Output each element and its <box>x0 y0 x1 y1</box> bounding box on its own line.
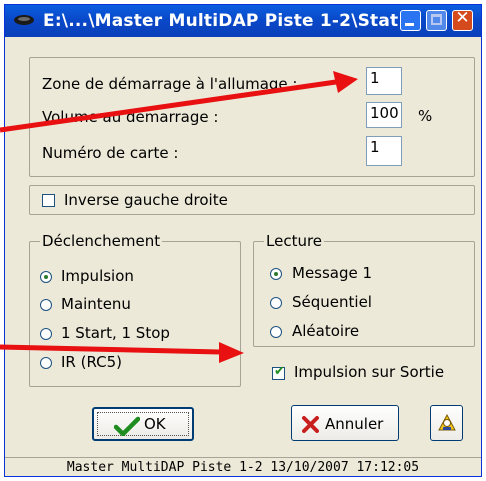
title-bar[interactable]: E:\...\Master MultiDAP Piste 1-2\Stat...… <box>5 5 481 37</box>
cancel-label: Annuler <box>325 415 384 433</box>
minimize-button[interactable] <box>400 10 421 31</box>
app-icon <box>14 15 34 25</box>
output-pulse-checkbox[interactable]: ✔ <box>272 364 285 380</box>
volume-input[interactable]: 100 <box>366 102 402 128</box>
ok-label: OK <box>144 415 166 433</box>
zone-input[interactable]: 1 <box>366 67 402 95</box>
playback-radio-message[interactable] <box>270 268 282 280</box>
startup-settings-group: Zone de démarrage à l'allumage : 1 Volum… <box>29 57 475 177</box>
playback-radio-aleatoire[interactable] <box>270 326 282 338</box>
status-bar: Master MultiDAP Piste 1-2 13/10/2007 17:… <box>5 457 481 477</box>
dialog-window: E:\...\Master MultiDAP Piste 1-2\Stat...… <box>4 4 482 477</box>
minimize-icon <box>405 23 414 26</box>
x-icon <box>302 416 319 433</box>
playback-option-label: Aléatoire <box>292 322 360 340</box>
check-icon <box>114 416 140 436</box>
invert-checkbox[interactable] <box>42 194 55 207</box>
playback-group-legend: Lecture <box>264 232 325 250</box>
maximize-icon <box>431 14 442 25</box>
ok-button[interactable]: OK <box>92 407 194 441</box>
playback-option-label: Séquentiel <box>292 293 372 311</box>
playback-radio-sequentiel[interactable] <box>270 297 282 309</box>
trigger-radio-maintenu[interactable] <box>40 299 52 311</box>
trigger-option-label: Maintenu <box>61 295 131 313</box>
card-number-input[interactable]: 1 <box>366 136 402 166</box>
trigger-option-label: Impulsion <box>61 267 134 285</box>
card-number-label: Numéro de carte : <box>42 144 179 162</box>
checkmark-icon: ✔ <box>274 364 285 379</box>
invert-label: Inverse gauche droite <box>64 191 228 209</box>
help-button[interactable] <box>430 405 463 441</box>
trigger-radio-start-stop[interactable] <box>40 328 52 340</box>
cancel-button[interactable]: Annuler <box>291 405 399 441</box>
invert-group: Inverse gauche droite <box>29 185 475 215</box>
maximize-button[interactable] <box>426 10 447 31</box>
trigger-option-label: 1 Start, 1 Stop <box>61 324 170 342</box>
focus-rect <box>97 412 189 436</box>
zone-label: Zone de démarrage à l'allumage : <box>42 75 298 93</box>
close-icon: ✕ <box>455 8 470 28</box>
trigger-group: Déclenchement Impulsion Maintenu 1 Start… <box>29 232 241 387</box>
trigger-radio-ir[interactable] <box>40 357 52 369</box>
playback-option-label: Message 1 <box>292 264 373 282</box>
trigger-option-label: IR (RC5) <box>61 353 123 371</box>
volume-unit: % <box>418 107 433 125</box>
window-title: E:\...\Master MultiDAP Piste 1-2\Stat... <box>43 11 419 31</box>
trigger-radio-impulsion[interactable] <box>40 271 52 283</box>
trigger-group-legend: Déclenchement <box>40 232 163 250</box>
playback-group: Lecture Message 1 Séquentiel Aléatoire <box>253 232 475 347</box>
close-button[interactable]: ✕ <box>452 8 473 31</box>
output-pulse-label: Impulsion sur Sortie <box>294 363 445 381</box>
help-icon <box>438 413 456 431</box>
volume-label: Volume au démarrage : <box>42 108 219 126</box>
